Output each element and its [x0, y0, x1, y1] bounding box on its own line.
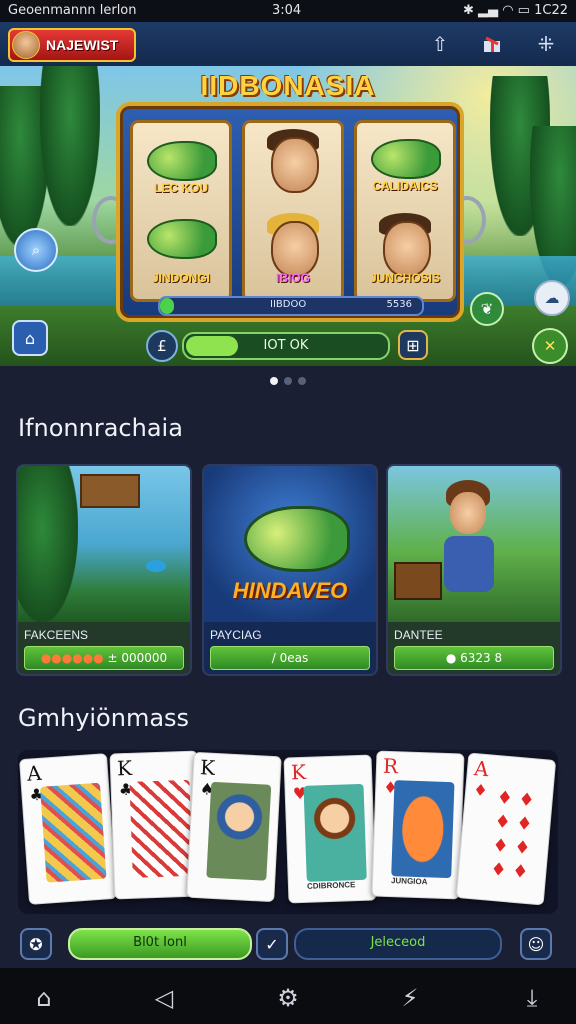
pager-dot-active[interactable]: [270, 377, 278, 385]
card-rank: K: [199, 755, 216, 780]
bluetooth-icon: ✱: [463, 3, 474, 18]
signal-icon: ▂▄: [478, 3, 499, 18]
section-title-games: Ifnonnrachaia: [18, 414, 183, 442]
reel-1: LEC KOU JINDONGI: [130, 120, 232, 302]
reel-3-bottom-label: JUNCHOSIS: [369, 271, 440, 285]
card-art: [39, 782, 107, 883]
spin-button[interactable]: IOT OK: [182, 332, 390, 360]
fishing-scene-image: [18, 466, 190, 622]
game-pill[interactable]: ● 6323 8: [394, 646, 554, 670]
card-caption: CDIBRONCE: [306, 880, 356, 891]
card-art: [303, 783, 367, 882]
brand-badge[interactable]: NAJEWIST: [8, 28, 136, 62]
game-logo: HINDAVEO: [232, 578, 348, 603]
reel-3-top-label: CALIDAICS: [372, 179, 438, 193]
download-icon[interactable]: ⤓: [514, 980, 550, 1016]
spin-label: IOT OK: [263, 338, 309, 353]
fish-symbol: CALIDAICS: [363, 129, 447, 209]
wifi-icon: ◠: [502, 3, 514, 18]
magnifier-icon[interactable]: ⌕: [14, 228, 58, 272]
battery-icon: ▭: [517, 3, 530, 18]
reel-3: CALIDAICS JUNCHOSIS: [354, 120, 456, 302]
fish-symbol: LEC KOU: [139, 129, 223, 209]
card-caption: JUNGIOA: [390, 876, 428, 887]
game-card-fishing[interactable]: FAKCEENS ●●●●●● ± 000000: [16, 464, 192, 676]
card-rank: A: [473, 756, 490, 782]
home-badge-icon[interactable]: ⌂: [12, 320, 48, 356]
card-art: [391, 780, 455, 879]
card-art: [206, 781, 272, 881]
card-rank: A: [26, 760, 43, 786]
status-right: ✱ ▂▄ ◠ ▭ 1C22: [463, 3, 568, 18]
currency-icon[interactable]: £: [146, 330, 178, 362]
play-button[interactable]: Bl0t Ionl: [68, 928, 252, 960]
book-icon[interactable]: ⊞: [398, 330, 428, 360]
status-bar: Geoenmannn lerlon 3:04 ✱ ▂▄ ◠ ▭ 1C22: [0, 0, 576, 22]
select-button-label: Jeleceod: [370, 935, 426, 950]
brand-label: NAJEWIST: [46, 37, 119, 53]
reel-2-bottom-label: IBIOG: [275, 271, 310, 285]
game-pill-label: ± 000000: [107, 651, 168, 665]
machine-progress-bar: IIBDOO 5536: [158, 296, 424, 316]
game-name: DANTEE: [394, 628, 443, 642]
pager-dot[interactable]: [284, 377, 292, 385]
playing-card-5[interactable]: R ♦ JUNGIOA: [371, 750, 465, 900]
reel-1-top-label: LEC KOU: [154, 181, 208, 195]
back-icon[interactable]: ◁: [146, 980, 182, 1016]
up-arrow-icon[interactable]: ⇧: [424, 30, 456, 58]
featured-banner[interactable]: IIDBONASIA LEC KOU JINDONGI IBIOG CALIDA…: [0, 66, 576, 366]
playing-card-3[interactable]: K ♠: [186, 751, 282, 903]
machine-bar-right-text: 5536: [386, 299, 412, 310]
character-symbol: IBIOG: [251, 211, 335, 291]
status-time: 3:04: [272, 3, 302, 18]
game-stars-pill[interactable]: ●●●●●● ± 000000: [24, 646, 184, 670]
card-rank: R: [382, 753, 399, 779]
section-title-cards: Gmhyiönmass: [18, 704, 190, 732]
game-name: FAKCEENS: [24, 628, 89, 642]
card-rank: K: [116, 755, 133, 781]
character-symbol: [251, 127, 335, 207]
reel-1-bottom-label: JINDONGI: [151, 271, 210, 285]
game-pill[interactable]: / 0eas: [210, 646, 370, 670]
machine-bar-left-text: IIBDOO: [270, 299, 307, 310]
avatar: [12, 31, 40, 59]
check-icon[interactable]: ✓: [256, 928, 288, 960]
slot-machine: LEC KOU JINDONGI IBIOG CALIDAICS JUNCHOS…: [116, 102, 464, 322]
card-art: [129, 779, 193, 878]
settings-icon[interactable]: ⚙: [270, 980, 306, 1016]
banner-title: IIDBONASIA: [200, 70, 376, 101]
system-nav-bar: ⌂ ◁ ⚙ ⚡ ⤓: [0, 968, 576, 1024]
game-card-adventure[interactable]: DANTEE ● 6323 8: [386, 464, 562, 676]
status-carrier: Geoenmannn lerlon: [8, 3, 137, 18]
card-game-strip[interactable]: A ♣ K ♣ K ♠ K ♥ CDIBRONCE R ♦ JUNGIOA A …: [18, 750, 558, 914]
fish-art-image: HINDAVEO: [204, 466, 376, 622]
close-icon[interactable]: ✕: [532, 328, 568, 364]
lightning-icon[interactable]: ⚡: [392, 980, 428, 1016]
game-card-fish[interactable]: HINDAVEO PAYCIAG / 0eas: [202, 464, 378, 676]
profile-icon[interactable]: ☺: [520, 928, 552, 960]
adventure-scene-image: [388, 466, 560, 622]
grid-menu-icon[interactable]: ⁜: [530, 30, 562, 58]
leaf-icon[interactable]: ❦: [470, 292, 504, 326]
game-name: PAYCIAG: [210, 628, 262, 642]
reel-2: IBIOG: [242, 120, 344, 302]
play-button-label: Bl0t Ionl: [133, 935, 187, 950]
playing-card-1[interactable]: A ♣: [19, 753, 117, 905]
select-button[interactable]: Jeleceod: [294, 928, 502, 960]
gift-box-icon[interactable]: [476, 30, 508, 58]
home-icon[interactable]: ⌂: [26, 980, 62, 1016]
playing-card-4[interactable]: K ♥ CDIBRONCE: [283, 754, 377, 904]
chat-icon[interactable]: ☁: [534, 280, 570, 316]
pager-dot[interactable]: [298, 377, 306, 385]
playing-card-6[interactable]: A ♦ ♦ ♦ ♦ ♦ ♦ ♦ ♦ ♦: [455, 752, 557, 906]
character-symbol: JUNCHOSIS: [363, 211, 447, 291]
fish-symbol: JINDONGI: [139, 211, 223, 291]
app-header: NAJEWIST ⇧ ⁜: [0, 22, 576, 67]
card-rank: K: [290, 759, 307, 785]
diamond-pips-icon: ♦ ♦ ♦ ♦ ♦ ♦ ♦ ♦: [489, 787, 536, 884]
status-right-text: 1C22: [534, 3, 568, 18]
chip-icon[interactable]: ✪: [20, 928, 52, 960]
